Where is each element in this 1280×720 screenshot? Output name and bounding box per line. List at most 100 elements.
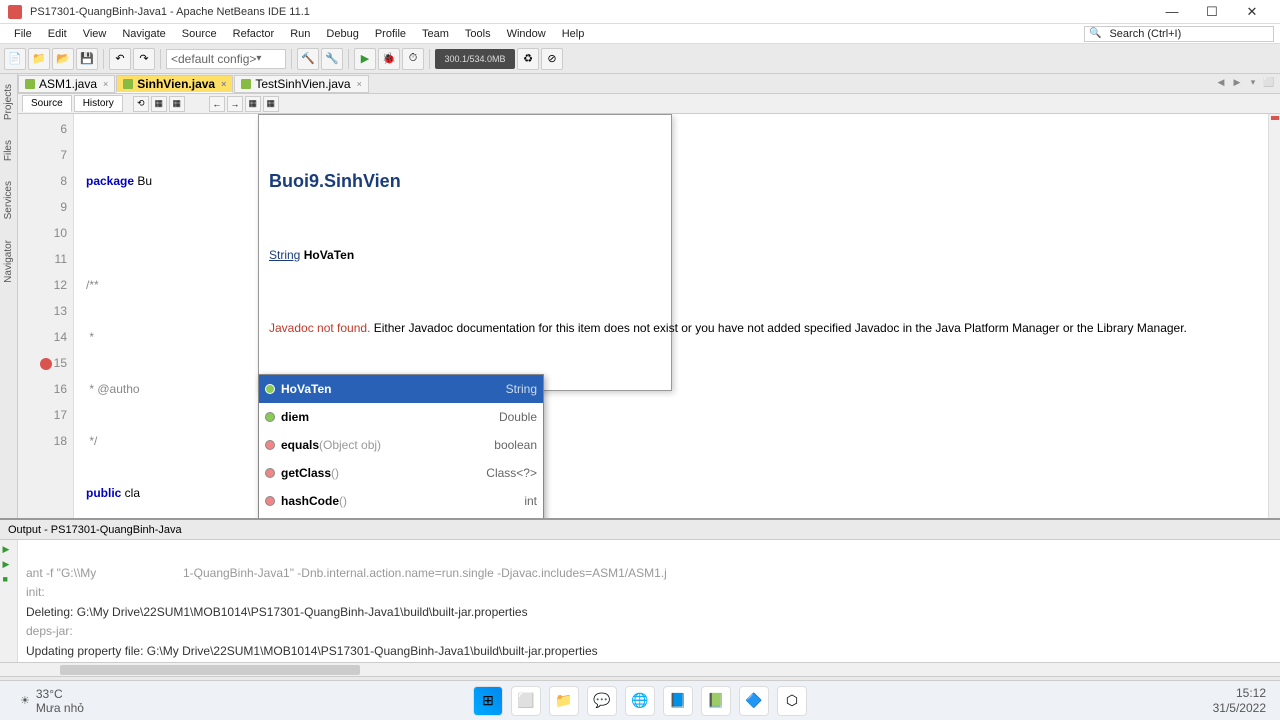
netbeans-button[interactable]: 🔷 — [739, 686, 769, 716]
close-icon[interactable]: × — [103, 79, 108, 89]
toolbar-icon[interactable]: ▦ — [263, 96, 279, 112]
zalo-button[interactable]: 💬 — [587, 686, 617, 716]
start-button[interactable]: ⊞ — [473, 686, 503, 716]
clock[interactable]: 15:1231/5/2022 — [1213, 686, 1266, 715]
toolbar-icon[interactable]: ⟲ — [133, 96, 149, 112]
back-icon[interactable]: ← — [209, 96, 225, 112]
autocomplete-popup[interactable]: HoVaTenStringdiemDoubleequals(Object obj… — [258, 374, 544, 518]
error-icon[interactable] — [40, 358, 52, 370]
javadoc-class: Buoi9.SinhVien — [269, 168, 661, 195]
projects-tab[interactable]: Projects — [3, 80, 14, 124]
menu-profile[interactable]: Profile — [367, 26, 414, 42]
left-sidebar: Projects Files Services Navigator — [0, 74, 18, 518]
clean-build-button[interactable]: 🔧 — [321, 48, 343, 70]
new-file-button[interactable]: 📄 — [4, 48, 26, 70]
redo-button[interactable]: ↷ — [133, 48, 155, 70]
maximize-button[interactable]: ☐ — [1192, 4, 1232, 20]
rerun-icon[interactable]: ▶ — [3, 544, 15, 556]
app-icon — [8, 5, 22, 19]
autocomplete-item[interactable]: hashCode()int — [259, 487, 543, 515]
output-toolbar: ▶ ▶ ■ — [0, 540, 18, 662]
toolbar-icon[interactable]: ▦ — [245, 96, 261, 112]
profile-button[interactable]: ⏱ — [402, 48, 424, 70]
word-button[interactable]: 📘 — [663, 686, 693, 716]
code-editor[interactable]: 678 91011 121314 15 161718 package Bu /*… — [18, 114, 1280, 518]
app-button[interactable]: ⬡ — [777, 686, 807, 716]
forward-icon[interactable]: → — [227, 96, 243, 112]
stop-button[interactable]: ⊘ — [541, 48, 563, 70]
tab-testsinhvien[interactable]: TestSinhVien.java× — [234, 75, 368, 93]
autocomplete-item[interactable]: nhap()void — [259, 515, 543, 518]
menubar: File Edit View Navigate Source Refactor … — [0, 24, 1280, 44]
autocomplete-item[interactable]: equals(Object obj)boolean — [259, 431, 543, 459]
editor-tabs: ASM1.java× SinhVien.java× TestSinhVien.j… — [18, 74, 1280, 94]
menu-navigate[interactable]: Navigate — [114, 26, 173, 42]
taskbar: ☀ 33°CMưa nhỏ ⊞ ⬜ 📁 💬 🌐 📘 📗 🔷 ⬡ 15:1231/… — [0, 680, 1280, 720]
editor-subtabs: Source History ⟲ ▦ ▦ ← → ▦ ▦ — [18, 94, 1280, 114]
menu-refactor[interactable]: Refactor — [225, 26, 283, 42]
chrome-button[interactable]: 🌐 — [625, 686, 655, 716]
memory-meter[interactable]: 300.1/534.0MB — [435, 49, 515, 69]
close-button[interactable]: ✕ — [1232, 4, 1272, 20]
new-project-button[interactable]: 📁 — [28, 48, 50, 70]
horizontal-scrollbar[interactable] — [0, 662, 1280, 676]
close-icon[interactable]: × — [357, 79, 362, 89]
javadoc-popup: Buoi9.SinhVien String HoVaTen Javadoc no… — [258, 114, 672, 391]
excel-button[interactable]: 📗 — [701, 686, 731, 716]
weather-widget[interactable]: ☀ 33°CMưa nhỏ — [20, 687, 84, 715]
next-tab-button[interactable]: ▶ — [1230, 77, 1244, 91]
autocomplete-item[interactable]: diemDouble — [259, 403, 543, 431]
rerun-icon[interactable]: ▶ — [3, 559, 15, 571]
menu-debug[interactable]: Debug — [318, 26, 366, 42]
output-text[interactable]: ant -f "G:\\My 1-QuangBinh-Java1" -Dnb.i… — [18, 540, 1280, 662]
stop-icon[interactable]: ■ — [3, 574, 15, 586]
output-title[interactable]: Output - PS17301-QuangBinh-Java — [0, 520, 1280, 540]
build-button[interactable]: 🔨 — [297, 48, 319, 70]
menu-tools[interactable]: Tools — [457, 26, 499, 42]
run-button[interactable]: ▶ — [354, 48, 376, 70]
minimize-button[interactable]: — — [1152, 4, 1192, 19]
error-stripe[interactable] — [1268, 114, 1280, 518]
scrollbar-thumb[interactable] — [60, 665, 360, 675]
services-tab[interactable]: Services — [3, 177, 14, 223]
menu-run[interactable]: Run — [282, 26, 318, 42]
editor-area: ASM1.java× SinhVien.java× TestSinhVien.j… — [18, 74, 1280, 518]
source-text[interactable]: package Bu /** * * @autho */ public cla … — [74, 114, 1268, 518]
tab-list-button[interactable]: ▾ — [1246, 77, 1260, 91]
titlebar: PS17301-QuangBinh-Java1 - Apache NetBean… — [0, 0, 1280, 24]
output-panel: Output - PS17301-QuangBinh-Java ▶ ▶ ■ an… — [0, 518, 1280, 676]
history-subtab[interactable]: History — [74, 95, 123, 112]
menu-file[interactable]: File — [6, 26, 40, 42]
prev-tab-button[interactable]: ◀ — [1214, 77, 1228, 91]
menu-help[interactable]: Help — [554, 26, 593, 42]
explorer-button[interactable]: 📁 — [549, 686, 579, 716]
gutter: 678 91011 121314 15 161718 — [18, 114, 74, 518]
navigator-tab[interactable]: Navigator — [3, 236, 14, 287]
toolbar-icon[interactable]: ▦ — [169, 96, 185, 112]
error-marker[interactable] — [1271, 116, 1279, 120]
task-view-button[interactable]: ⬜ — [511, 686, 541, 716]
menu-window[interactable]: Window — [499, 26, 554, 42]
files-tab[interactable]: Files — [3, 136, 14, 165]
maximize-editor-button[interactable]: ⬜ — [1262, 77, 1276, 91]
toolbar-icon[interactable]: ▦ — [151, 96, 167, 112]
save-all-button[interactable]: 💾 — [76, 48, 98, 70]
open-button[interactable]: 📂 — [52, 48, 74, 70]
window-title: PS17301-QuangBinh-Java1 - Apache NetBean… — [30, 6, 1152, 18]
undo-button[interactable]: ↶ — [109, 48, 131, 70]
menu-edit[interactable]: Edit — [40, 26, 75, 42]
tab-sinhvien[interactable]: SinhVien.java× — [116, 75, 233, 93]
toolbar: 📄 📁 📂 💾 ↶ ↷ <default config> ▾ 🔨 🔧 ▶ 🐞 ⏱… — [0, 44, 1280, 74]
gc-button[interactable]: ♻ — [517, 48, 539, 70]
config-dropdown[interactable]: <default config> ▾ — [166, 49, 286, 69]
search-input[interactable]: 🔍 Search (Ctrl+I) — [1084, 26, 1274, 42]
menu-team[interactable]: Team — [414, 26, 457, 42]
autocomplete-item[interactable]: HoVaTenString — [259, 375, 543, 403]
close-icon[interactable]: × — [221, 79, 226, 89]
menu-view[interactable]: View — [75, 26, 115, 42]
source-subtab[interactable]: Source — [22, 95, 72, 112]
tab-asm1[interactable]: ASM1.java× — [18, 75, 115, 93]
autocomplete-item[interactable]: getClass()Class<?> — [259, 459, 543, 487]
debug-button[interactable]: 🐞 — [378, 48, 400, 70]
menu-source[interactable]: Source — [174, 26, 225, 42]
